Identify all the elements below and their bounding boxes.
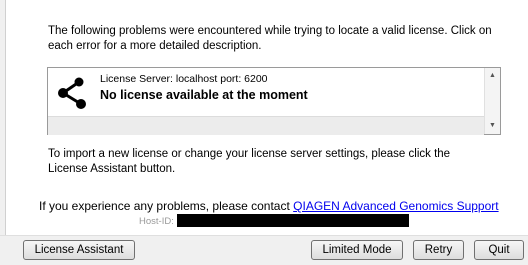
error-list-scrollbar[interactable]: ▲ ▼ — [484, 68, 500, 134]
retry-button[interactable]: Retry — [413, 240, 464, 260]
scroll-up-arrow-icon[interactable]: ▲ — [485, 69, 500, 83]
scroll-down-arrow-icon[interactable]: ▼ — [485, 119, 500, 133]
error-item-no-license[interactable]: License Server: localhost port: 6200 No … — [48, 68, 484, 116]
quit-button[interactable]: Quit — [474, 240, 524, 260]
window-left-edge — [0, 0, 6, 235]
license-assistant-button[interactable]: License Assistant — [23, 240, 135, 260]
import-instructions: To import a new license or change your l… — [48, 148, 451, 175]
error-list[interactable]: License Server: localhost port: 6200 No … — [47, 67, 501, 135]
error-list-empty-row — [48, 116, 484, 135]
support-contact-line: If you experience any problems, please c… — [39, 199, 499, 213]
intro-text: The following problems were encountered … — [48, 25, 492, 52]
support-contact-prefix: If you experience any problems, please c… — [39, 199, 294, 213]
button-bar: License Assistant Limited Mode Retry Qui… — [0, 235, 528, 265]
limited-mode-button[interactable]: Limited Mode — [311, 240, 403, 260]
support-link[interactable]: QIAGEN Advanced Genomics Support — [293, 199, 498, 213]
network-share-icon — [58, 77, 86, 109]
license-server-label: License Server: localhost port: 6200 — [100, 73, 268, 85]
host-id-redacted — [177, 214, 409, 227]
host-id-label: Host-ID: — [139, 216, 174, 227]
error-title: No license available at the moment — [100, 88, 308, 102]
